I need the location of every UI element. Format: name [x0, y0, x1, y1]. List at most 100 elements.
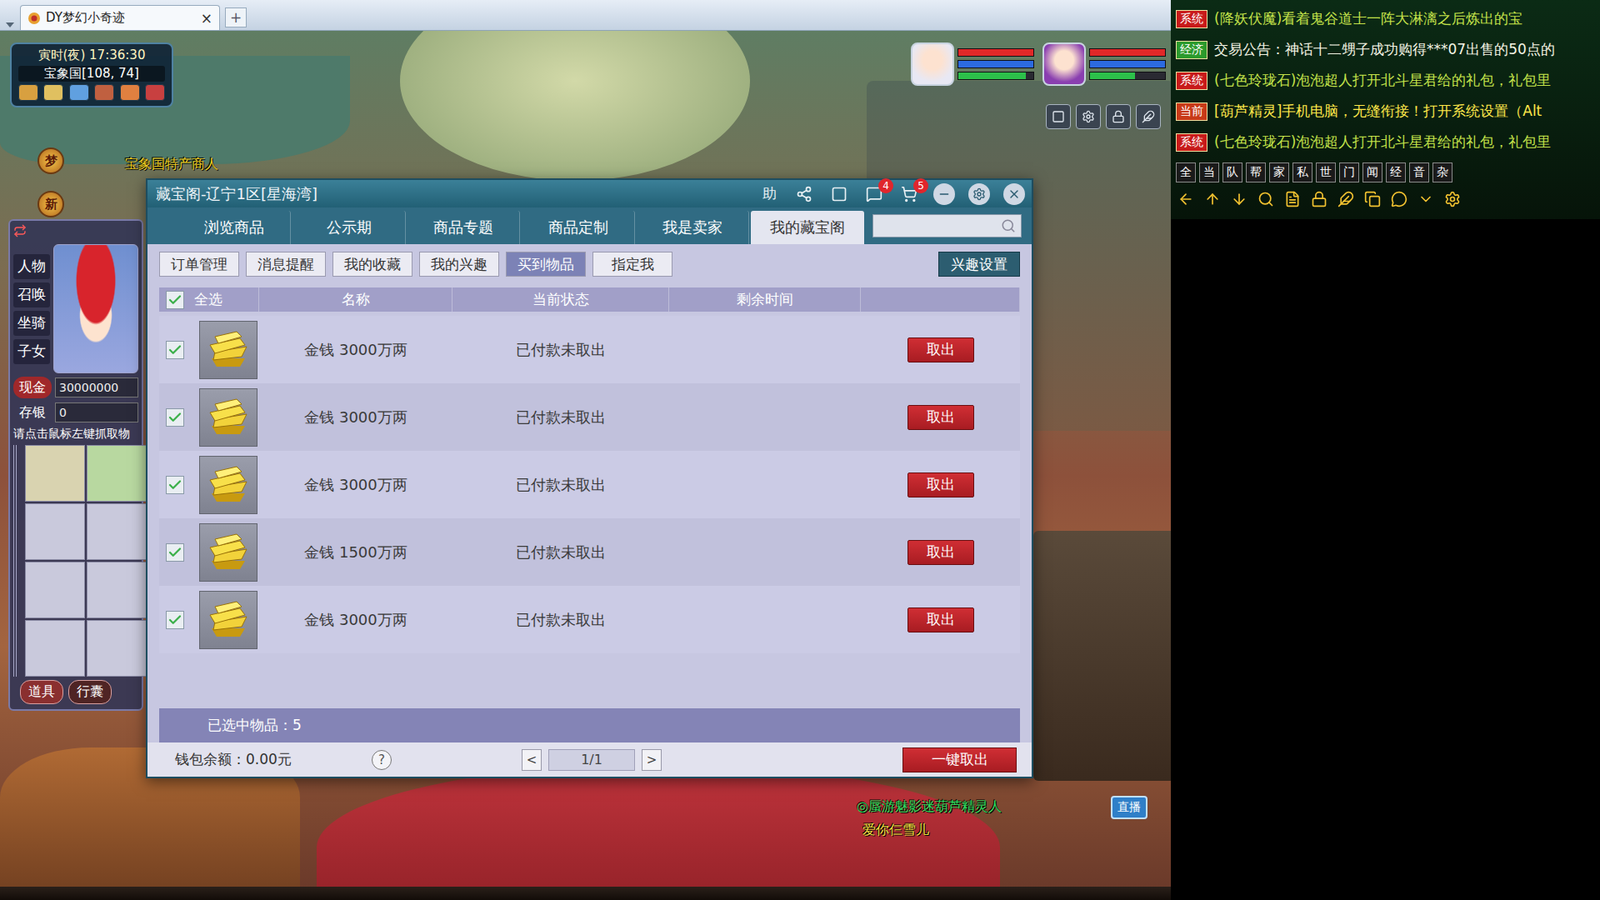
take-out-button[interactable]: 取出	[907, 472, 975, 498]
inventory-slot[interactable]	[86, 445, 147, 502]
messages-button[interactable]: 4	[863, 183, 885, 205]
channel-button[interactable]: 当	[1199, 162, 1220, 183]
inventory-slot[interactable]	[25, 503, 85, 560]
inventory-slot[interactable]	[25, 445, 85, 502]
channel-button[interactable]: 经	[1385, 162, 1406, 183]
channel-button[interactable]: 闻	[1362, 162, 1383, 183]
settings-button[interactable]	[968, 183, 990, 205]
table-row[interactable]: 金钱 1500万两已付款未取出取出	[159, 518, 1020, 586]
hud-button[interactable]	[94, 84, 115, 101]
game-scene[interactable]: 寅时(夜) 17:36:30宝象国[108, 74]梦新宝象国特产商人◎蜃游魅影…	[0, 30, 1171, 887]
next-page-button[interactable]: >	[641, 749, 662, 771]
prev-page-button[interactable]: <	[521, 749, 542, 771]
inventory-slot[interactable]	[25, 561, 85, 619]
sub-tab[interactable]: 订单管理	[159, 251, 240, 277]
member-portrait[interactable]	[910, 42, 955, 86]
switch-icon[interactable]	[13, 224, 27, 238]
take-out-button[interactable]: 取出	[907, 607, 975, 633]
select-all-checkbox[interactable]	[165, 290, 185, 310]
inventory-slot[interactable]	[86, 561, 147, 619]
dialog-tab[interactable]: 我是卖家	[636, 210, 750, 245]
npc-name-label[interactable]: ◎蜃游魅影迷葫芦精灵人	[856, 798, 1002, 816]
new-tab-button[interactable]: +	[225, 7, 247, 28]
channel-button[interactable]: 全	[1175, 162, 1196, 183]
chat-tool-button[interactable]	[1415, 189, 1436, 210]
interest-settings-button[interactable]: 兴趣设置	[938, 251, 1020, 277]
table-row[interactable]: 金钱 3000万两已付款未取出取出	[159, 585, 1020, 654]
table-row[interactable]: 金钱 3000万两已付款未取出取出	[159, 450, 1020, 519]
hud-button[interactable]	[145, 84, 165, 101]
chat-tool-button[interactable]	[1389, 189, 1410, 210]
party-member[interactable]	[1042, 42, 1166, 86]
character-avatar[interactable]	[53, 244, 139, 374]
dialog-tab[interactable]: 商品定制	[521, 210, 635, 245]
live-button[interactable]: 直播	[1110, 795, 1148, 820]
party-member[interactable]	[910, 42, 1035, 86]
character-menu-item[interactable]: 召唤	[13, 282, 50, 308]
take-out-button[interactable]: 取出	[907, 540, 975, 565]
search-icon[interactable]	[1000, 218, 1016, 234]
quick-button[interactable]: 梦	[37, 147, 65, 175]
chat-tool-button[interactable]	[1442, 189, 1463, 210]
channel-button[interactable]: 私	[1292, 162, 1313, 183]
inventory-slot[interactable]	[86, 620, 147, 677]
chat-tool-button[interactable]	[1362, 189, 1383, 210]
row-checkbox[interactable]	[165, 610, 185, 630]
chat-tool-button[interactable]	[1309, 189, 1330, 210]
channel-button[interactable]: 家	[1269, 162, 1290, 183]
sub-tab[interactable]: 指定我	[592, 251, 673, 277]
buff-icon[interactable]	[1045, 104, 1071, 130]
bag-tab[interactable]: 行囊	[68, 680, 112, 705]
channel-button[interactable]: 门	[1339, 162, 1360, 183]
channel-button[interactable]: 队	[1222, 162, 1243, 183]
hud-button[interactable]	[69, 84, 90, 101]
character-menu-item[interactable]: 子女	[13, 339, 50, 365]
stop-button[interactable]	[828, 183, 850, 205]
dialog-tab[interactable]: 公示期	[292, 210, 405, 245]
sub-tab[interactable]: 消息提醒	[245, 251, 326, 277]
channel-button[interactable]: 世	[1315, 162, 1336, 183]
channel-button[interactable]: 音	[1409, 162, 1430, 183]
channel-button[interactable]: 帮	[1245, 162, 1266, 183]
help-assistant-button[interactable]: 助	[758, 183, 780, 205]
search-field[interactable]	[872, 214, 1022, 238]
hud-button[interactable]	[18, 84, 39, 101]
close-button[interactable]	[1003, 183, 1025, 205]
sub-tab[interactable]: 买到物品	[505, 251, 586, 277]
dialog-tab[interactable]: 商品专题	[407, 210, 520, 245]
dialog-title-bar[interactable]: 藏宝阁-辽宁1区[星海湾]助45	[147, 180, 1032, 208]
chat-tool-button[interactable]	[1175, 189, 1196, 210]
chat-tool-button[interactable]	[1282, 189, 1303, 210]
channel-button[interactable]: 杂	[1432, 162, 1453, 183]
cart-button[interactable]: 5	[898, 183, 920, 205]
menu-arrow-icon[interactable]	[5, 20, 15, 30]
row-checkbox[interactable]	[165, 543, 185, 562]
inventory-slot[interactable]	[25, 620, 85, 677]
take-all-button[interactable]: 一键取出	[902, 747, 1017, 773]
chat-tool-button[interactable]	[1255, 189, 1276, 210]
chat-tool-button[interactable]	[1202, 189, 1223, 210]
buff-icon[interactable]	[1135, 104, 1161, 130]
buff-icon[interactable]	[1075, 104, 1101, 130]
row-checkbox[interactable]	[165, 475, 185, 495]
member-portrait[interactable]	[1042, 42, 1086, 86]
inventory-slot[interactable]	[86, 503, 147, 560]
character-menu-item[interactable]: 人物	[13, 254, 50, 280]
npc-name-label[interactable]: 爱你仨雪儿	[862, 821, 930, 840]
npc-name-label[interactable]: 宝象国特产商人	[125, 155, 219, 174]
row-checkbox[interactable]	[165, 340, 185, 360]
help-button[interactable]: ?	[371, 750, 392, 770]
chat-tool-button[interactable]	[1335, 189, 1356, 210]
quick-button[interactable]: 新	[37, 190, 65, 218]
dialog-tab[interactable]: 我的藏宝阁	[750, 210, 864, 245]
table-row[interactable]: 金钱 3000万两已付款未取出取出	[159, 315, 1020, 384]
dialog-tab[interactable]: 浏览商品	[178, 210, 291, 245]
tab-close-button[interactable]: ×	[200, 10, 213, 27]
hud-button[interactable]	[43, 84, 64, 101]
browser-tab[interactable]: DY梦幻小奇迹×	[20, 5, 220, 30]
hud-button[interactable]	[120, 84, 140, 101]
minimize-button[interactable]	[933, 183, 955, 205]
row-checkbox[interactable]	[165, 408, 185, 427]
take-out-button[interactable]: 取出	[907, 405, 975, 430]
character-menu-item[interactable]: 坐骑	[13, 310, 50, 336]
